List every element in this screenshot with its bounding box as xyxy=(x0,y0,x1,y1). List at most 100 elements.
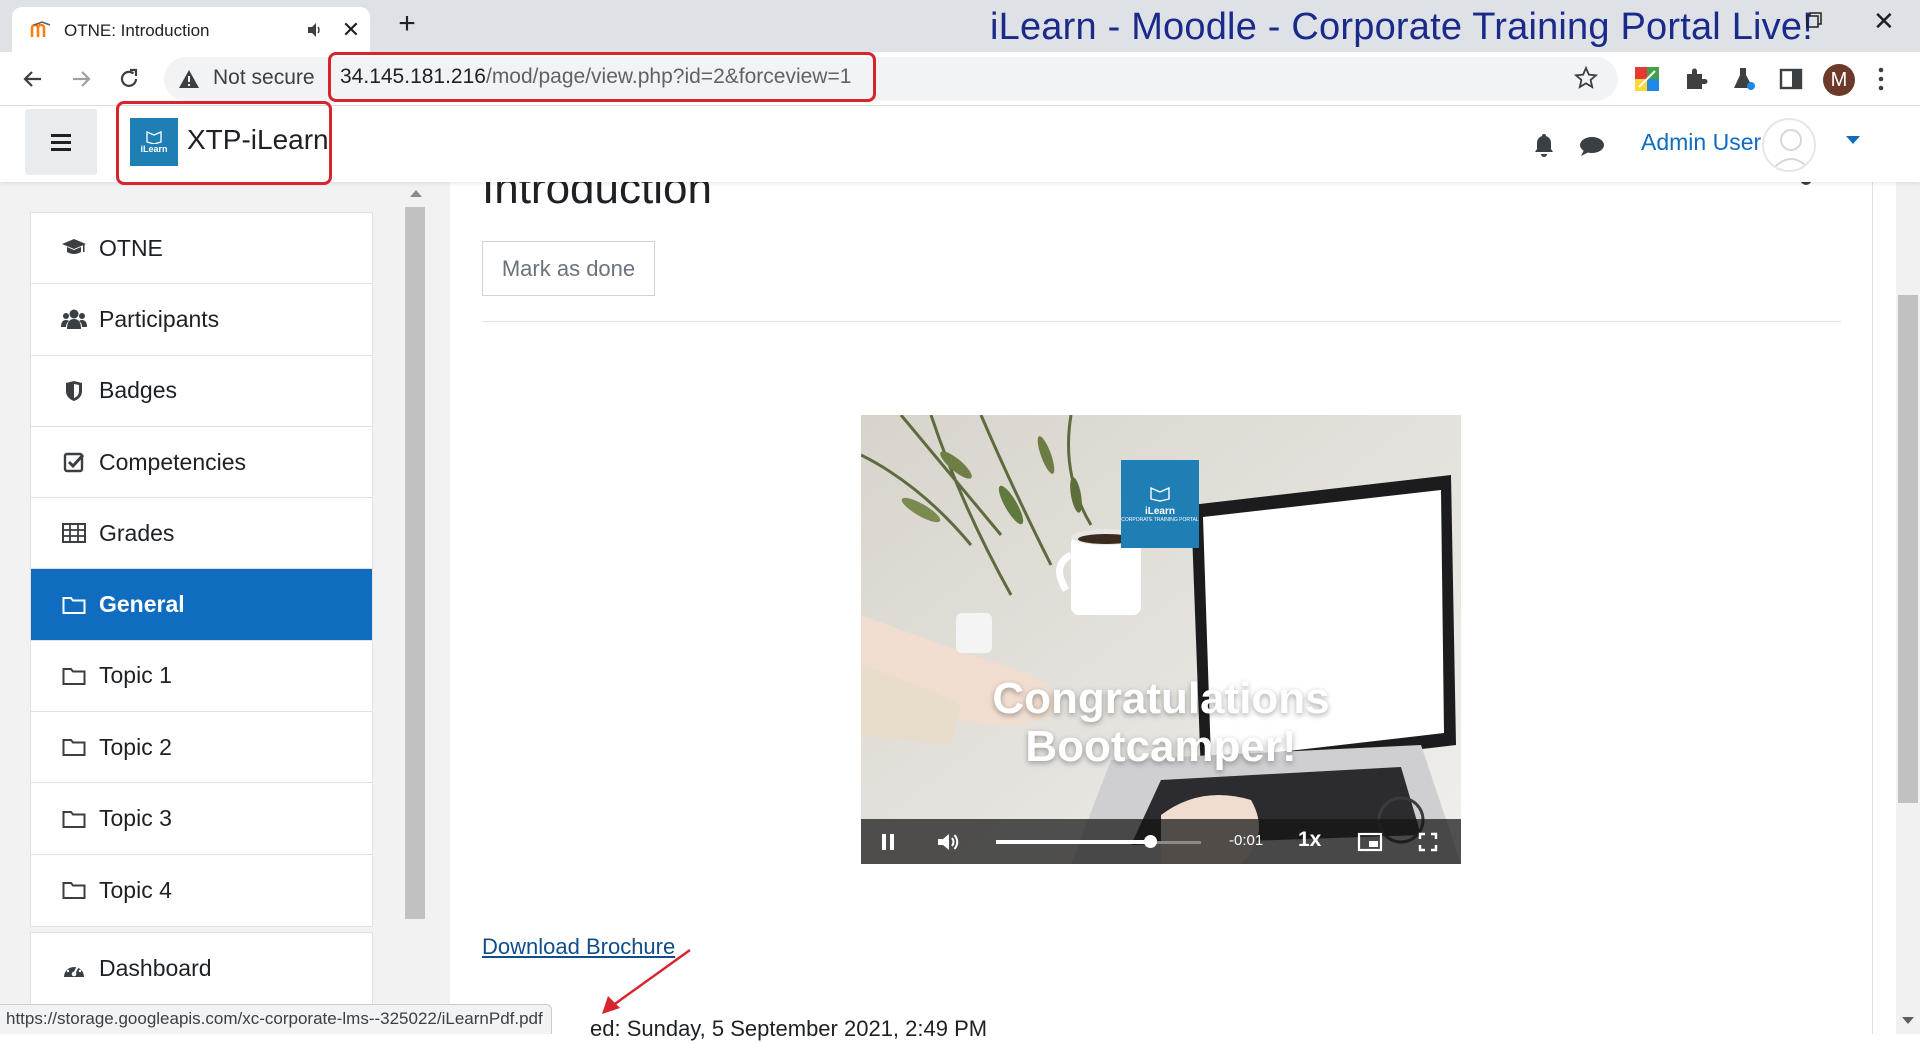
nav-item-general[interactable]: General xyxy=(31,569,372,641)
dashboard-icon xyxy=(61,957,87,981)
video-overlay-text: Congratulations Bootcamper! xyxy=(861,675,1461,771)
flask-extension-icon[interactable] xyxy=(1730,65,1758,93)
nav-item-competencies[interactable]: Competencies xyxy=(31,427,372,499)
nav-item-dashboard[interactable]: Dashboard xyxy=(31,933,372,1004)
nav-item-label: Dashboard xyxy=(99,955,212,982)
brand-logo-text: iLearn xyxy=(140,144,168,154)
nav-item-label: Participants xyxy=(99,305,220,332)
window-scrollbar-thumb[interactable] xyxy=(1898,295,1918,803)
url-text[interactable]: 34.145.181.216/mod/page/view.php?id=2&fo… xyxy=(340,65,851,89)
user-silhouette-icon xyxy=(1771,129,1811,170)
picture-in-picture-button[interactable] xyxy=(1357,830,1383,854)
video-logo-text: iLearn xyxy=(1144,505,1175,517)
browser-toolbar: Not secure 34.145.181.216/mod/page/view.… xyxy=(0,52,1920,106)
nav-item-badges[interactable]: Badges xyxy=(31,356,372,427)
site-nav-list: Dashboard xyxy=(30,932,373,1006)
arrow-left-icon xyxy=(23,71,41,87)
pause-button[interactable] xyxy=(878,830,898,854)
check-square-icon xyxy=(61,450,87,474)
course-nav-list: OTNE Participants Badges Competencies Gr… xyxy=(30,212,373,927)
new-tab-button[interactable]: + xyxy=(392,9,422,40)
security-status[interactable]: Not secure xyxy=(213,66,315,90)
nav-item-participants[interactable]: Participants xyxy=(31,284,372,356)
reload-icon xyxy=(120,68,138,87)
nav-item-label: OTNE xyxy=(99,234,163,261)
window-title: iLearn - Moodle - Corporate Training Por… xyxy=(990,6,1813,48)
brand-logo[interactable]: iLearn xyxy=(130,118,178,166)
chevron-down-icon[interactable] xyxy=(1845,135,1861,145)
nav-item-label: Topic 4 xyxy=(99,876,172,903)
book-logo-icon xyxy=(1150,486,1170,502)
close-window-icon[interactable]: ✕ xyxy=(1873,6,1895,37)
speaker-icon[interactable] xyxy=(305,20,325,40)
video-progress-thumb[interactable] xyxy=(1144,835,1157,848)
drawer-scrollbar-thumb[interactable] xyxy=(405,207,425,919)
moodle-favicon-icon xyxy=(30,21,51,37)
url-path: /mod/page/view.php?id=2&forceview=1 xyxy=(485,65,852,88)
graduation-cap-icon xyxy=(61,236,87,260)
annotation-arrow-icon xyxy=(602,948,691,1014)
extensions-puzzle-icon[interactable] xyxy=(1682,65,1710,93)
site-navbar: iLearn XTP-iLearn Admin User xyxy=(0,101,1920,185)
video-ilearn-logo: iLearn CORPORATE TRAINING PORTAL xyxy=(1121,460,1199,548)
user-name[interactable]: Admin User xyxy=(1641,129,1761,156)
fullscreen-icon xyxy=(1418,832,1438,852)
volume-button[interactable] xyxy=(935,830,961,854)
video-logo-subtext: CORPORATE TRAINING PORTAL xyxy=(1121,516,1199,523)
url-host: 34.145.181.216 xyxy=(340,65,486,88)
browser-tab[interactable]: OTNE: Introduction ✕ xyxy=(12,7,370,52)
bell-icon[interactable] xyxy=(1532,132,1556,158)
browser-menu-icon[interactable] xyxy=(1876,64,1886,94)
course-navigation-drawer: OTNE Participants Badges Competencies Gr… xyxy=(0,182,450,1034)
side-panel-icon[interactable] xyxy=(1777,65,1805,93)
scroll-up-arrow-icon[interactable] xyxy=(410,190,422,197)
nav-item-topic-2[interactable]: Topic 2 xyxy=(31,712,372,784)
browser-tab-strip: OTNE: Introduction ✕ + iLearn - Moodle -… xyxy=(0,0,1920,52)
reload-button[interactable] xyxy=(114,64,144,94)
user-avatar[interactable] xyxy=(1762,118,1816,172)
content-border xyxy=(1872,182,1873,1034)
scroll-down-arrow-icon[interactable] xyxy=(1902,1017,1914,1024)
nav-item-label: Topic 1 xyxy=(99,662,172,689)
nav-item-topic-1[interactable]: Topic 1 xyxy=(31,641,372,713)
mark-as-done-button[interactable]: Mark as done xyxy=(482,241,655,296)
arrow-right-icon xyxy=(73,71,91,87)
warning-icon[interactable] xyxy=(178,69,200,89)
fullscreen-button[interactable] xyxy=(1417,830,1439,854)
colorful-extension-icon[interactable] xyxy=(1633,65,1661,93)
nav-item-label: Badges xyxy=(99,377,178,404)
nav-item-label: General xyxy=(99,591,185,618)
section-divider xyxy=(482,321,1841,322)
video-time-remaining: -0:01 xyxy=(1229,832,1264,849)
nav-item-otne[interactable]: OTNE xyxy=(31,213,372,285)
overlay-line-2: Bootcamper! xyxy=(1025,722,1297,771)
table-icon xyxy=(61,521,87,545)
video-controls-bar: -0:01 1x xyxy=(861,819,1461,864)
bookmark-star-icon[interactable] xyxy=(1574,66,1598,90)
shield-icon xyxy=(61,379,87,403)
overlay-line-1: Congratulations xyxy=(992,674,1330,723)
nav-item-topic-3[interactable]: Topic 3 xyxy=(31,783,372,855)
forward-button[interactable] xyxy=(66,64,96,94)
site-name[interactable]: XTP-iLearn xyxy=(187,124,329,156)
video-progress-fill xyxy=(996,840,1150,844)
nav-item-label: Competencies xyxy=(99,448,247,475)
folder-icon xyxy=(61,593,87,617)
book-logo-icon xyxy=(146,131,162,144)
tab-close-icon[interactable]: ✕ xyxy=(340,19,362,41)
profile-avatar[interactable]: M xyxy=(1823,64,1855,96)
restore-window-icon[interactable] xyxy=(1806,12,1822,28)
nav-item-label: Topic 2 xyxy=(99,733,172,760)
folder-icon xyxy=(61,735,87,759)
nav-item-topic-4[interactable]: Topic 4 xyxy=(31,855,372,926)
tab-title: OTNE: Introduction xyxy=(64,21,210,40)
status-bar-url: https://storage.googleapis.com/xc-corpor… xyxy=(0,1004,552,1034)
video-player[interactable]: iLearn CORPORATE TRAINING PORTAL Congrat… xyxy=(861,415,1461,864)
drawer-toggle-button[interactable] xyxy=(25,109,97,175)
back-button[interactable] xyxy=(18,64,48,94)
nav-item-label: Grades xyxy=(99,519,175,546)
nav-item-grades[interactable]: Grades xyxy=(31,498,372,570)
chat-bubble-icon[interactable] xyxy=(1578,135,1606,157)
playback-speed-button[interactable]: 1x xyxy=(1298,828,1321,852)
users-icon xyxy=(61,307,87,331)
